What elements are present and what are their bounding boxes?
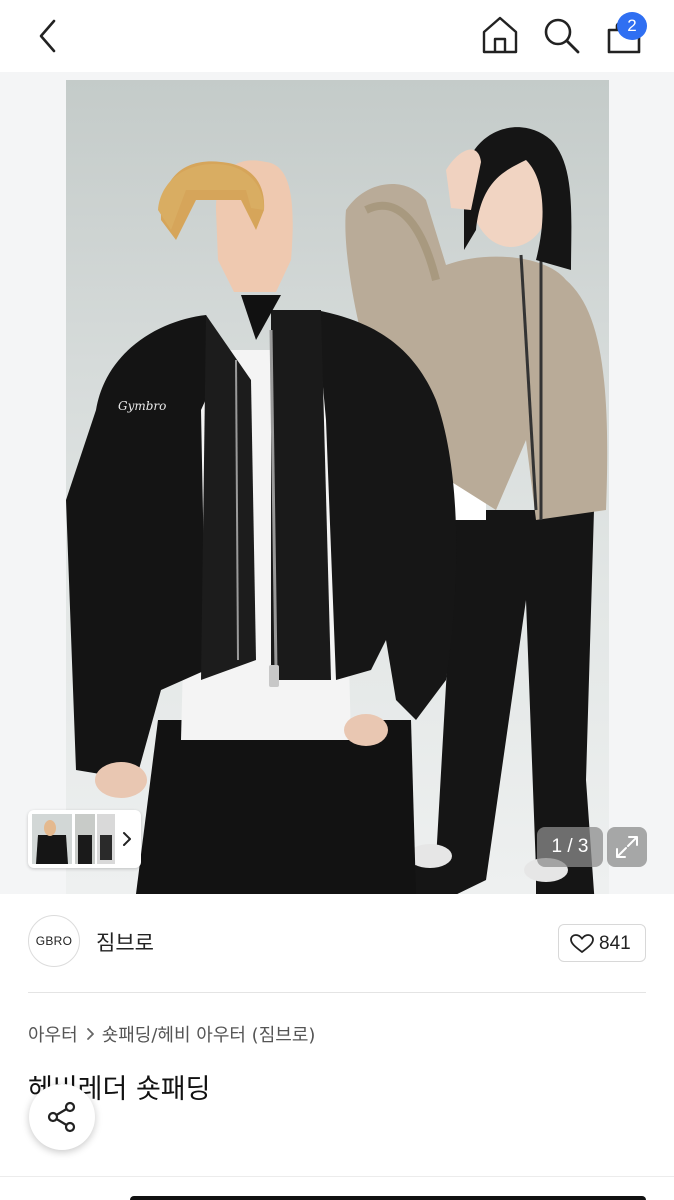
breadcrumb-item-outer[interactable]: 아우터 [28, 1025, 78, 1046]
seller-logo[interactable]: GBRO [28, 915, 80, 967]
breadcrumb: 아우터 숏패딩/헤비 아우터 (짐브로) [28, 1021, 315, 1047]
top-navigation-bar: 2 [0, 0, 674, 72]
breadcrumb-item-category[interactable]: 숏패딩/헤비 아우터 (짐브로) [102, 1025, 316, 1046]
home-icon[interactable] [480, 14, 520, 56]
seller-row: GBRO 짐브로 841 [0, 894, 674, 992]
bottom-action-bar-edge [130, 1196, 646, 1200]
product-image-gallery[interactable]: Gymbro 1 / 3 [0, 72, 674, 894]
seller-name[interactable]: 짐브로 [96, 927, 154, 957]
jacket-logo-text: Gymbro [118, 399, 166, 413]
breadcrumb-separator-icon [86, 1025, 96, 1046]
search-icon[interactable] [542, 16, 582, 56]
product-photo[interactable]: Gymbro [66, 80, 609, 894]
section-divider [28, 992, 646, 993]
heart-icon [570, 934, 594, 953]
cart-count-badge: 2 [617, 12, 647, 40]
gallery-thumbnail-strip[interactable] [28, 810, 141, 868]
share-icon [47, 1101, 76, 1133]
like-button[interactable]: 841 [558, 924, 646, 962]
image-counter: 1 / 3 [537, 827, 603, 867]
bottom-divider [0, 1176, 674, 1177]
chevron-left-icon[interactable] [30, 16, 66, 56]
expand-icon [616, 836, 638, 858]
share-button[interactable] [29, 1084, 95, 1150]
expand-button[interactable] [607, 827, 647, 867]
models-illustration: Gymbro [66, 127, 608, 894]
chevron-right-icon[interactable] [120, 830, 134, 848]
like-count: 841 [599, 933, 631, 954]
